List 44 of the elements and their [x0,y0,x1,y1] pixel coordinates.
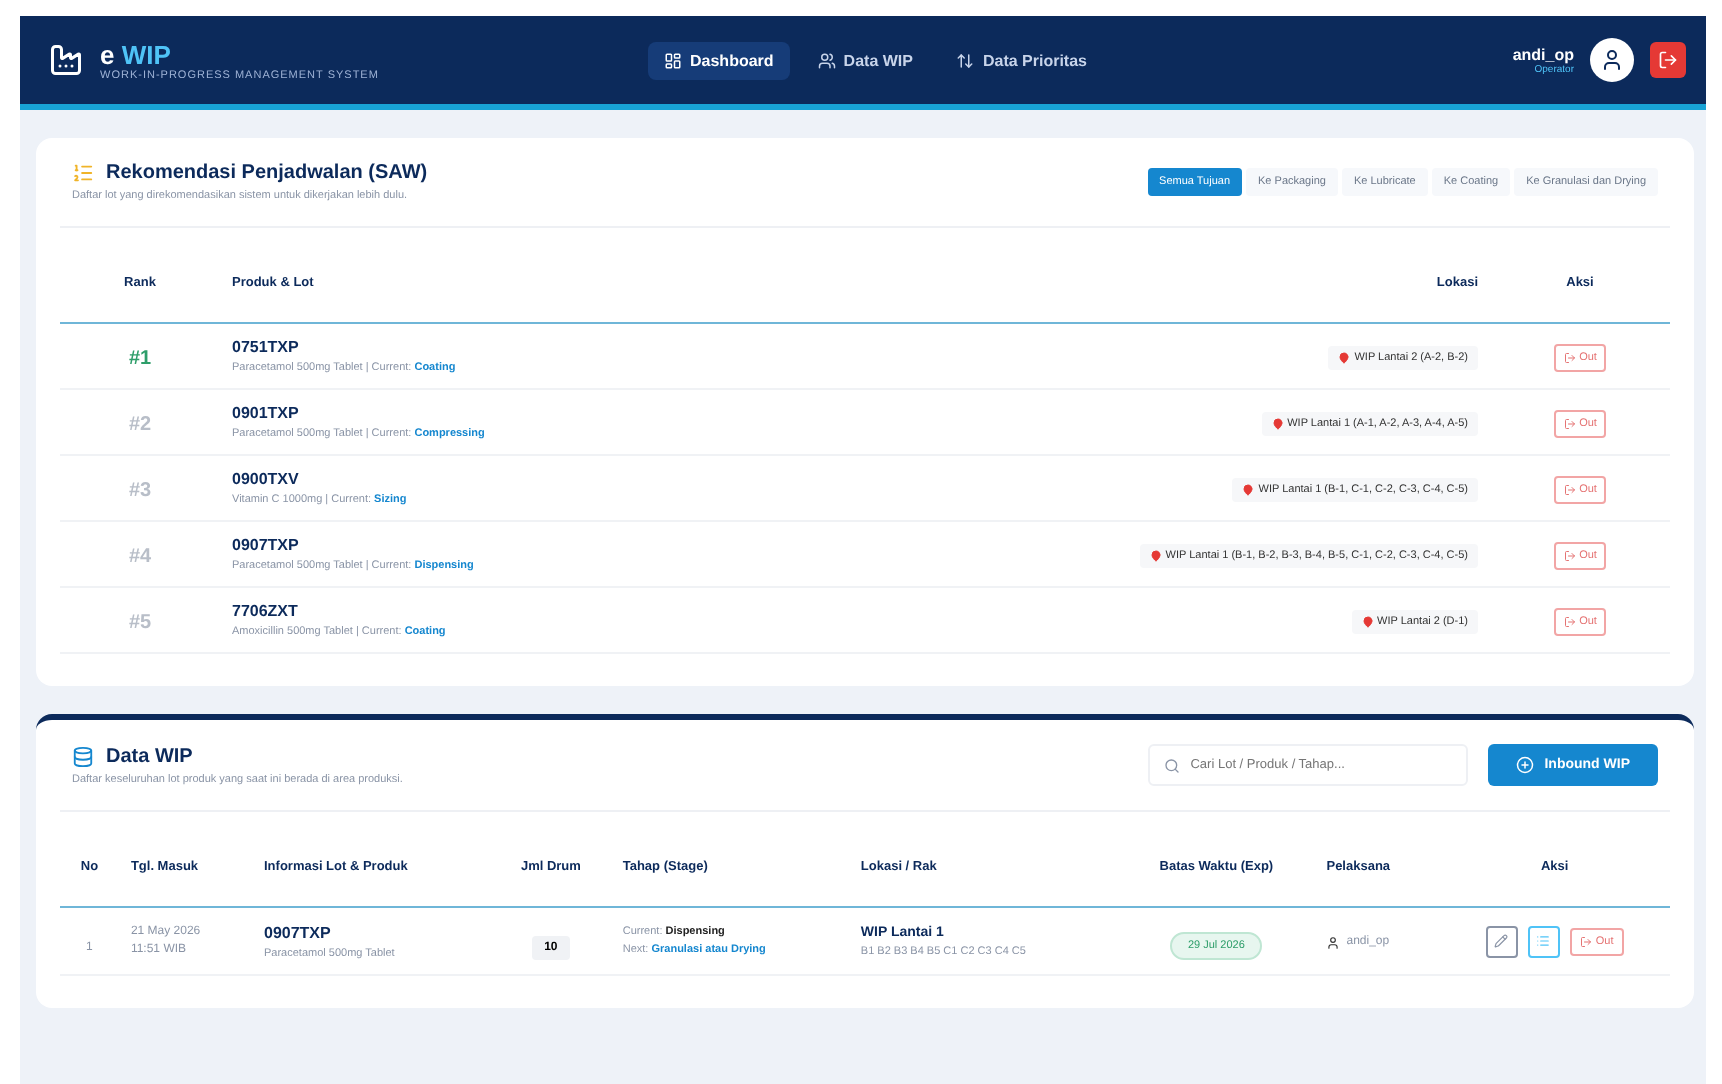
lot-number: 0900TXV [232,470,301,488]
avatar[interactable] [1590,38,1634,82]
map-pin-icon [1242,484,1255,496]
logout-icon [1658,50,1678,70]
exit-icon [1563,616,1576,628]
lot-number: 7706ZXT [232,602,300,620]
rank-number: #5 [128,612,152,634]
edit-button[interactable] [1485,925,1518,957]
ranking-icon [72,162,94,184]
lot-number: 0751TXP [232,338,301,356]
user-name: andi_op [1512,45,1574,63]
logout-button[interactable] [1650,42,1686,78]
list-icon [1536,934,1551,948]
exit-icon [1563,352,1576,364]
users-icon [817,51,836,69]
exit-icon [1563,484,1576,496]
map-pin-icon [1361,616,1374,628]
plus-icon [1516,756,1535,774]
card-title: Data WIP [106,745,193,767]
exit-icon [1579,935,1592,947]
user-icon [1326,935,1341,949]
map-pin-icon [1338,352,1351,364]
user-icon [1600,48,1624,72]
dashboard-icon [664,51,682,69]
rank-number: #4 [128,546,152,568]
factory-icon [48,42,84,78]
rank-number: #2 [128,414,152,436]
database-icon [72,745,94,767]
card-title: Rekomendasi Penjadwalan (SAW) [106,162,428,184]
nav-link[interactable]: Dashboard [648,41,790,79]
app-logo: e WIP [100,39,173,69]
rank-number: #3 [128,480,152,502]
exit-icon [1563,550,1576,562]
map-pin-icon [1271,418,1284,430]
rank-number: #1 [128,348,152,370]
nav-link[interactable]: Data WIP [801,41,929,79]
map-pin-icon [1149,550,1162,562]
exit-icon [1563,418,1576,430]
nav-link[interactable]: Data Prioritas [940,41,1103,79]
sort-icon [956,51,975,69]
lot-number: 0907TXP [232,536,301,554]
lot-number: 0901TXP [232,404,301,422]
lot-number: 0907TXP [264,923,333,941]
pencil-icon [1494,934,1509,948]
